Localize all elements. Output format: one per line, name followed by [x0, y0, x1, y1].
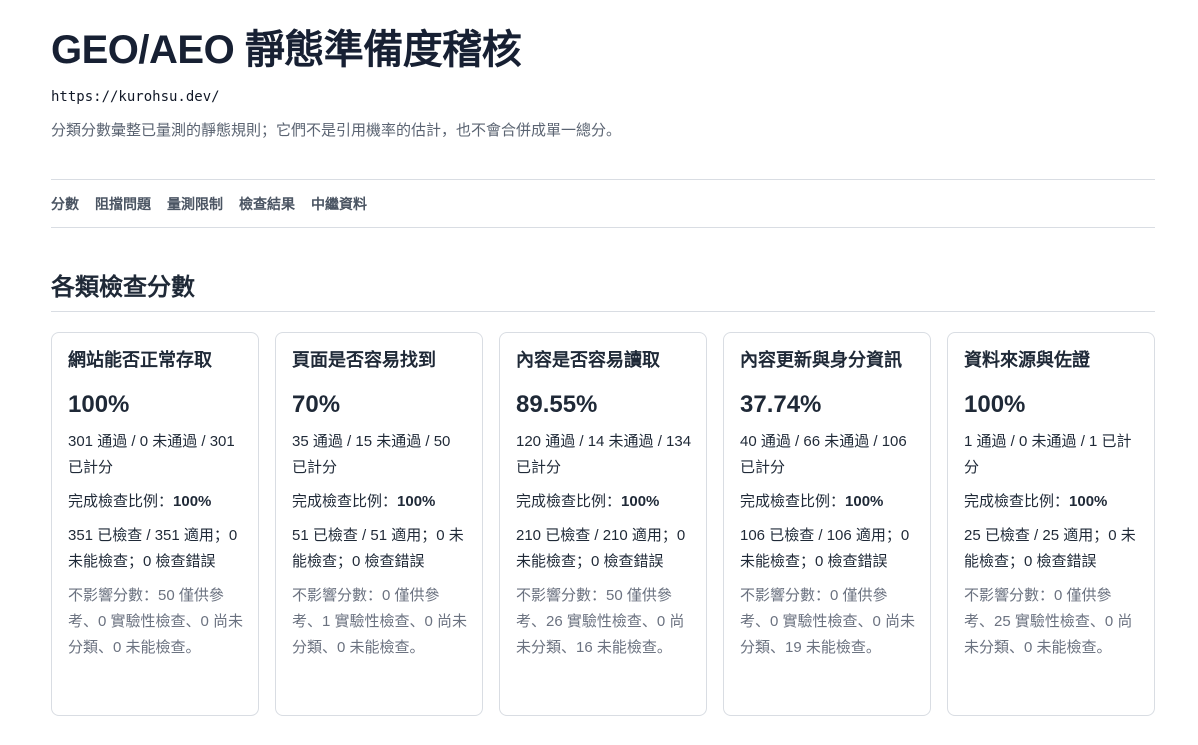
- completion-label: 完成檢查比例：: [68, 493, 174, 510]
- card-note: 不影響分數：50 僅供參考、26 實驗性檢查、0 尚未分類、16 未能檢查。: [516, 587, 685, 656]
- card-title: 資料來源與佐證: [964, 350, 1090, 370]
- card-counts: 35 通過 / 15 未通過 / 50 已計分: [292, 433, 451, 476]
- card-completion: 完成檢查比例：100%: [68, 489, 244, 515]
- card-checked: 25 已檢查 / 25 適用；0 未能檢查；0 檢查錯誤: [964, 527, 1136, 570]
- category-card-access: 網站能否正常存取 100% 301 通過 / 0 未通過 / 301 已計分 完…: [51, 332, 259, 716]
- card-note: 不影響分數：0 僅供參考、1 實驗性檢查、0 尚未分類、0 未能檢查。: [292, 587, 468, 656]
- nav-link-limitations[interactable]: 量測限制: [167, 195, 223, 213]
- card-counts: 120 通過 / 14 未通過 / 134 已計分: [516, 433, 692, 476]
- completion-label: 完成檢查比例：: [964, 493, 1070, 510]
- completion-label: 完成檢查比例：: [516, 493, 622, 510]
- completion-value: 100%: [845, 493, 884, 510]
- card-checked: 51 已檢查 / 51 適用；0 未能檢查；0 檢查錯誤: [292, 527, 464, 570]
- completion-value: 100%: [173, 493, 212, 510]
- card-completion: 完成檢查比例：100%: [964, 489, 1140, 515]
- card-score: 89.55%: [516, 391, 598, 418]
- category-card-discoverability: 頁面是否容易找到 70% 35 通過 / 15 未通過 / 50 已計分 完成檢…: [275, 332, 483, 716]
- card-score: 37.74%: [740, 391, 822, 418]
- card-completion: 完成檢查比例：100%: [516, 489, 692, 515]
- card-note: 不影響分數：0 僅供參考、25 實驗性檢查、0 尚未分類、0 未能檢查。: [964, 587, 1133, 656]
- card-title: 內容是否容易讀取: [516, 350, 660, 370]
- category-card-sources-evidence: 資料來源與佐證 100% 1 通過 / 0 未通過 / 1 已計分 完成檢查比例…: [947, 332, 1155, 716]
- card-title: 頁面是否容易找到: [292, 350, 436, 370]
- card-score: 100%: [68, 391, 130, 418]
- card-checked: 351 已檢查 / 351 適用；0 未能檢查；0 檢查錯誤: [68, 527, 238, 570]
- section-title: 各類檢查分數: [51, 274, 195, 301]
- card-completion: 完成檢查比例：100%: [740, 489, 916, 515]
- completion-value: 100%: [1069, 493, 1108, 510]
- nav-link-metadata[interactable]: 中繼資料: [311, 195, 367, 213]
- category-card-readability: 內容是否容易讀取 89.55% 120 通過 / 14 未通過 / 134 已計…: [499, 332, 707, 716]
- page-subtitle: 分類分數彙整已量測的靜態規則；它們不是引用機率的估計，也不會合併成單一總分。: [51, 122, 622, 139]
- card-checked: 210 已檢查 / 210 適用；0 未能檢查；0 檢查錯誤: [516, 527, 686, 570]
- card-score: 70%: [292, 391, 341, 418]
- completion-label: 完成檢查比例：: [740, 493, 846, 510]
- completion-value: 100%: [397, 493, 436, 510]
- site-url: https://kurohsu.dev/: [51, 89, 220, 105]
- card-title: 內容更新與身分資訊: [740, 350, 902, 370]
- category-card-freshness-identity: 內容更新與身分資訊 37.74% 40 通過 / 66 未通過 / 106 已計…: [723, 332, 931, 716]
- nav-link-results[interactable]: 檢查結果: [239, 195, 295, 213]
- card-title: 網站能否正常存取: [68, 350, 212, 370]
- section-nav: 分數 阻擋問題 量測限制 檢查結果 中繼資料: [51, 179, 1155, 228]
- page-title: GEO/AEO 靜態準備度稽核: [51, 28, 522, 72]
- category-cards: 網站能否正常存取 100% 301 通過 / 0 未通過 / 301 已計分 完…: [51, 332, 1155, 716]
- completion-label: 完成檢查比例：: [292, 493, 398, 510]
- card-note: 不影響分數：50 僅供參考、0 實驗性檢查、0 尚未分類、0 未能檢查。: [68, 587, 244, 656]
- section-divider: [51, 311, 1155, 312]
- card-counts: 301 通過 / 0 未通過 / 301 已計分: [68, 433, 235, 476]
- card-counts: 40 通過 / 66 未通過 / 106 已計分: [740, 433, 907, 476]
- card-note: 不影響分數：0 僅供參考、0 實驗性檢查、0 尚未分類、19 未能檢查。: [740, 587, 916, 656]
- card-completion: 完成檢查比例：100%: [292, 489, 468, 515]
- completion-value: 100%: [621, 493, 660, 510]
- card-score: 100%: [964, 391, 1026, 418]
- card-checked: 106 已檢查 / 106 適用；0 未能檢查；0 檢查錯誤: [740, 527, 910, 570]
- nav-link-scores[interactable]: 分數: [51, 195, 79, 213]
- nav-link-blocking-issues[interactable]: 阻擋問題: [95, 195, 151, 213]
- card-counts: 1 通過 / 0 未通過 / 1 已計分: [964, 433, 1132, 476]
